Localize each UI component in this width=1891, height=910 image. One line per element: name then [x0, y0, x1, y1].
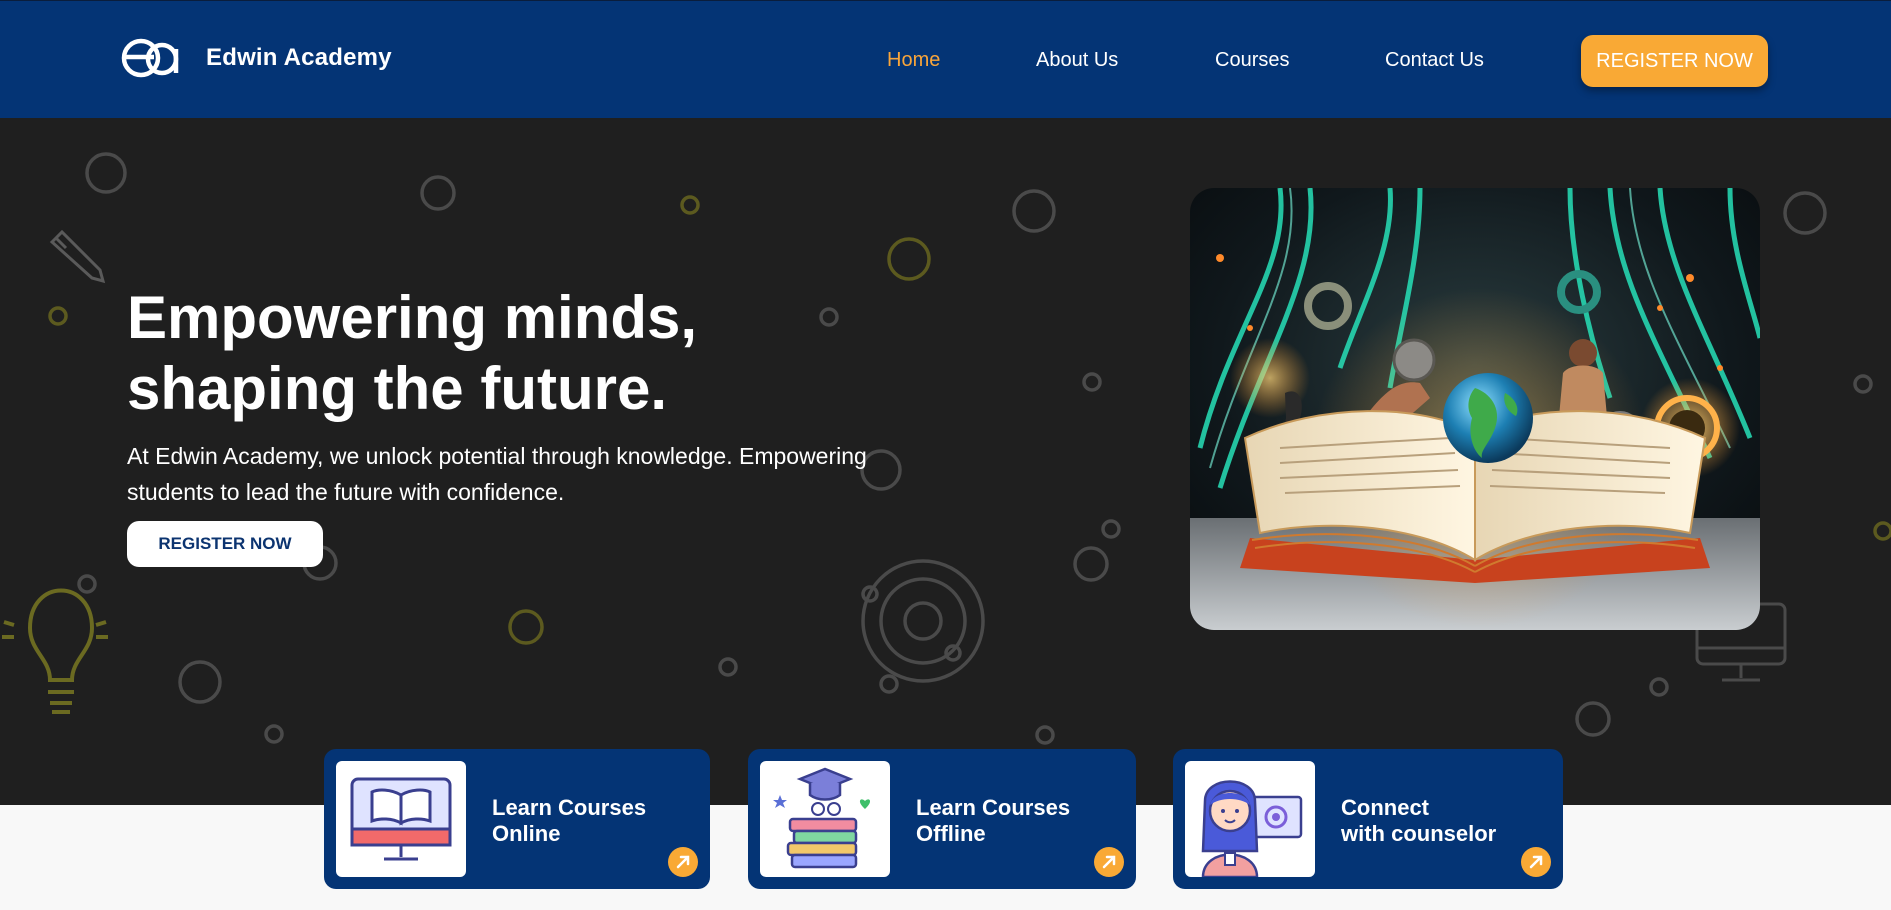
hero-title: Empowering minds, shaping the future. — [127, 282, 927, 424]
hero-title-line-2: shaping the future. — [127, 355, 667, 422]
nav-contact-link[interactable]: Contact Us — [1385, 49, 1484, 72]
card-icon-container — [1185, 761, 1315, 877]
card-icon-container — [760, 761, 890, 877]
card-label: Learn Courses Online — [492, 795, 646, 847]
arrow-up-right-icon[interactable] — [1521, 847, 1551, 877]
hero-title-line-1: Empowering minds, — [127, 284, 698, 351]
top-navbar: Edwin Academy Home About Us Courses Cont… — [0, 0, 1891, 118]
lightbulb-icon — [2, 588, 108, 714]
hero-illustration — [1190, 188, 1760, 630]
card-label: Learn Courses Offline — [916, 795, 1070, 847]
card-learn-offline[interactable]: Learn Courses Offline — [748, 749, 1136, 889]
card-connect-counselor[interactable]: Connect with counselor — [1173, 749, 1563, 889]
nav-home-link[interactable]: Home — [887, 49, 940, 72]
nav-about-link[interactable]: About Us — [1036, 49, 1118, 72]
card-label-line-1: Connect — [1341, 795, 1429, 820]
nav-courses-link[interactable]: Courses — [1215, 49, 1289, 72]
card-label-line-2: with counselor — [1341, 821, 1497, 846]
hero-subtitle: At Edwin Academy, we unlock potential th… — [127, 438, 907, 510]
arrow-up-right-icon[interactable] — [668, 847, 698, 877]
card-label-line-1: Learn Courses — [492, 795, 647, 820]
nav-register-button[interactable]: REGISTER NOW — [1581, 35, 1768, 87]
arrow-up-right-icon[interactable] — [1094, 847, 1124, 877]
counselor-avatar-icon — [1201, 780, 1303, 877]
card-learn-online[interactable]: Learn Courses Online — [324, 749, 710, 889]
card-label-line-1: Learn Courses — [916, 795, 1071, 820]
card-icon-container — [336, 761, 466, 877]
open-book-globe-illustration — [1190, 188, 1760, 630]
hero-subtitle-line-1: At Edwin Academy, we unlock potential th… — [127, 443, 867, 469]
monitor-book-icon — [350, 777, 452, 861]
hero-register-button[interactable]: REGISTER NOW — [127, 521, 323, 567]
books-graduation-cap-icon — [773, 767, 871, 869]
pencil-icon — [49, 229, 106, 284]
card-label-line-2: Online — [492, 821, 561, 846]
card-label-line-2: Offline — [916, 821, 986, 846]
card-label: Connect with counselor — [1341, 795, 1496, 847]
hero-subtitle-line-2: students to lead the future with confide… — [127, 479, 565, 505]
